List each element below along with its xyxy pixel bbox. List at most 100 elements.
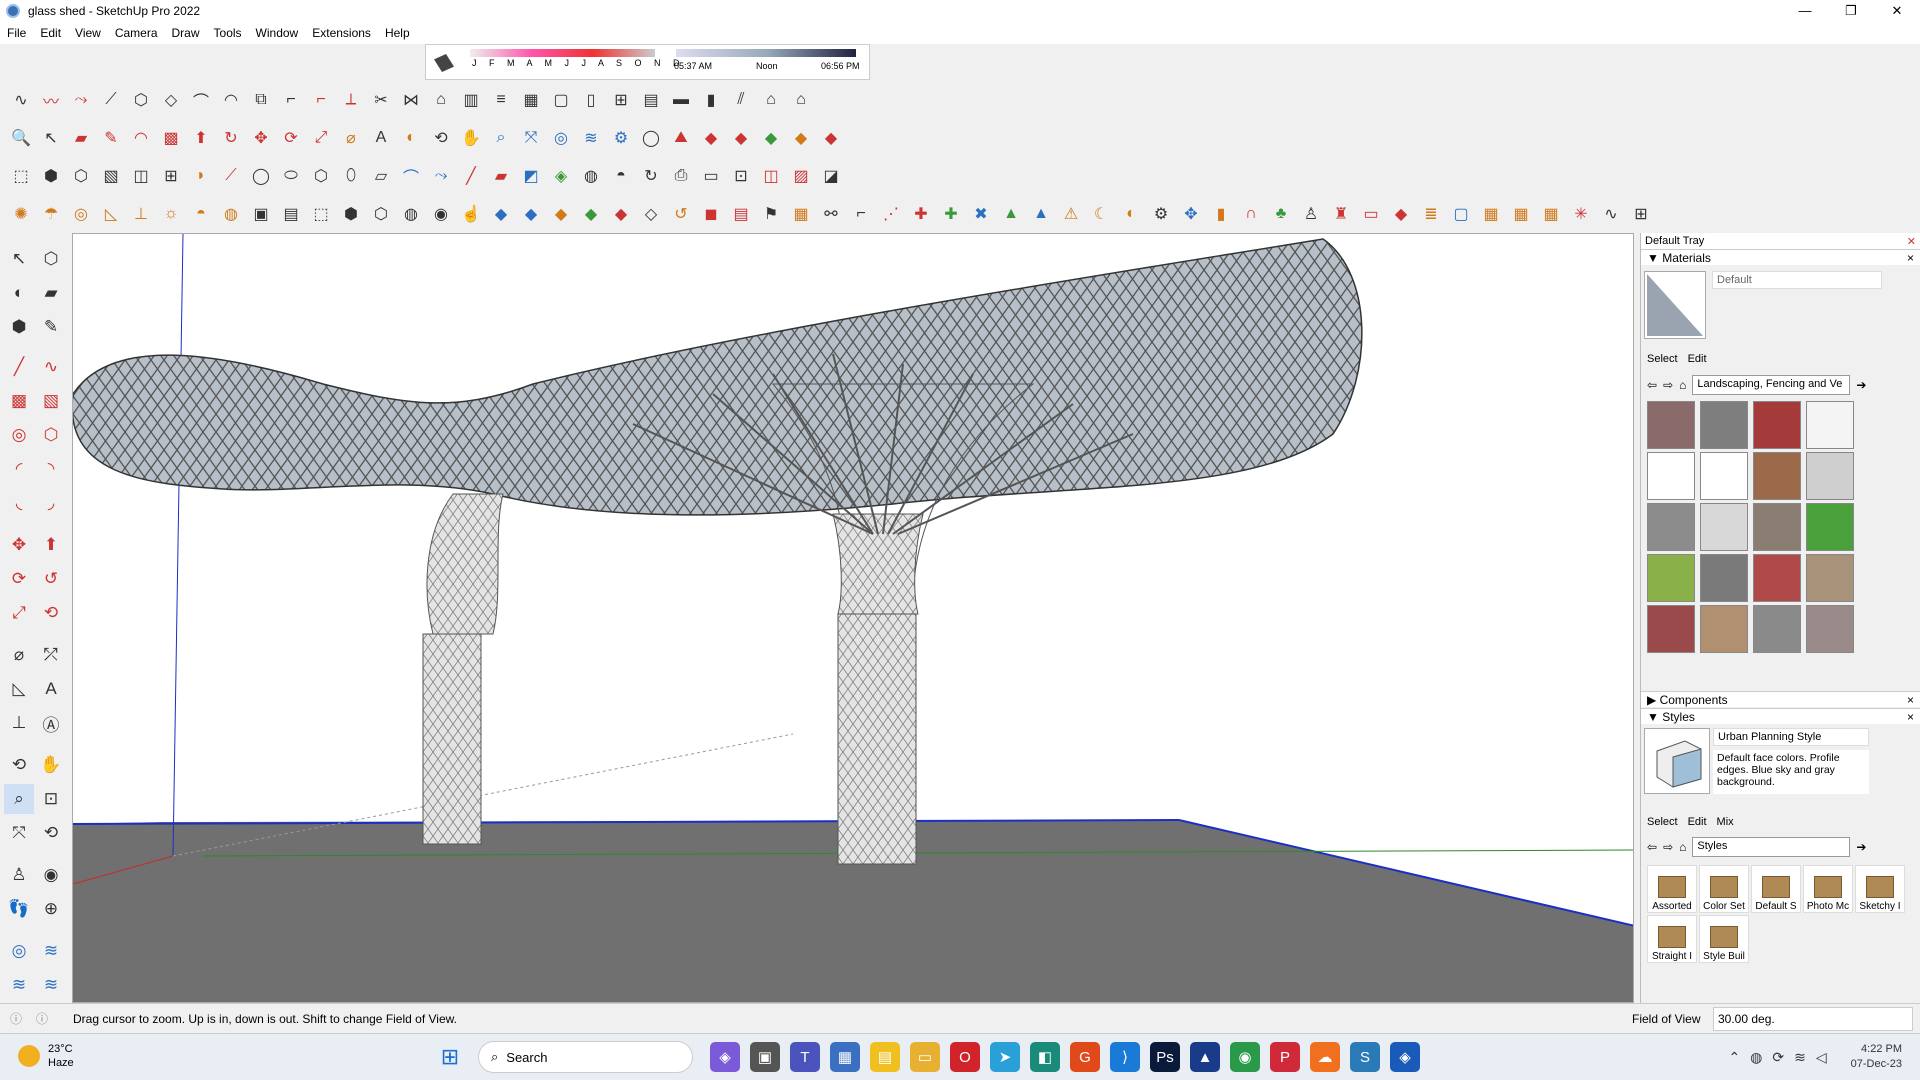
offset-icon[interactable]: ⟂: [338, 87, 364, 113]
vscode-icon[interactable]: ⟩: [1110, 1042, 1140, 1072]
hand-select-icon[interactable]: ☝: [458, 201, 484, 227]
node-curve-icon[interactable]: ∿: [1598, 201, 1624, 227]
walk-icon[interactable]: 👣: [4, 894, 34, 924]
fire-icon[interactable]: ◆: [1388, 201, 1414, 227]
photo-icon[interactable]: ▨: [788, 163, 814, 189]
column-icon[interactable]: ▮: [698, 87, 724, 113]
scene-icon[interactable]: ▭: [698, 163, 724, 189]
rectangle-tool-icon[interactable]: ▩: [4, 386, 34, 416]
bucket-icon[interactable]: ▮: [1208, 201, 1234, 227]
rafter-icon[interactable]: ⫽: [728, 87, 754, 113]
iso-view-icon[interactable]: ◆: [488, 201, 514, 227]
chrome-icon[interactable]: ◉: [1230, 1042, 1260, 1072]
hidden-line-icon[interactable]: ◍: [398, 201, 424, 227]
material-swatch-tile[interactable]: [1753, 452, 1801, 500]
components-close-icon[interactable]: ×: [1907, 693, 1914, 707]
wire-icon[interactable]: ⬡: [368, 201, 394, 227]
cross-icon[interactable]: ✖: [968, 201, 994, 227]
material-swatch-tile[interactable]: [1806, 401, 1854, 449]
group-icon[interactable]: ▣: [248, 201, 274, 227]
followme-tool-icon[interactable]: ↺: [36, 564, 66, 594]
zoom-extents-icon[interactable]: ⤧: [518, 125, 544, 151]
sphere-icon[interactable]: ◍: [218, 201, 244, 227]
move-icon[interactable]: ✥: [248, 125, 274, 151]
copilot-icon[interactable]: ◈: [710, 1042, 740, 1072]
close-button[interactable]: ✕: [1874, 0, 1920, 22]
windows-start-icon[interactable]: ⊞: [435, 1042, 465, 1072]
window-icon[interactable]: ▢: [548, 87, 574, 113]
layout-icon[interactable]: ≋: [36, 970, 66, 1000]
style-folder[interactable]: Assorted: [1647, 865, 1697, 913]
loft-icon[interactable]: ⌒: [188, 87, 214, 113]
menu-file[interactable]: File: [0, 26, 33, 40]
sweep-icon[interactable]: ◠: [218, 87, 244, 113]
roof-icon[interactable]: ⌂: [428, 87, 454, 113]
flag-icon[interactable]: ⚑: [758, 201, 784, 227]
menu-view[interactable]: View: [68, 26, 108, 40]
chevron-up-icon[interactable]: ⌃: [1728, 1049, 1740, 1066]
previous-view-icon[interactable]: ⟲: [36, 818, 66, 848]
magnet-icon[interactable]: ∩: [1238, 201, 1264, 227]
component-icon[interactable]: ▤: [278, 201, 304, 227]
section-icon[interactable]: ◩: [518, 163, 544, 189]
paint-bucket-icon[interactable]: ◐: [398, 125, 424, 151]
dome-icon[interactable]: ◓: [188, 201, 214, 227]
pan-icon[interactable]: ✋: [458, 125, 484, 151]
rotate-tool-icon[interactable]: ⟳: [4, 564, 34, 594]
style-name[interactable]: Urban Planning Style: [1713, 728, 1869, 746]
zoom-tool-icon[interactable]: ⌕: [488, 125, 514, 151]
pencil-icon[interactable]: ✎: [98, 125, 124, 151]
styles-home-icon[interactable]: ⌂: [1679, 840, 1686, 854]
stop-icon[interactable]: ◼: [698, 201, 724, 227]
select-icon[interactable]: ↖: [38, 125, 64, 151]
hexagon-icon[interactable]: ⬡: [308, 163, 334, 189]
rotated-rect-icon[interactable]: ▧: [36, 386, 66, 416]
styles-details-icon[interactable]: ➔: [1856, 840, 1866, 854]
date-slider[interactable]: [470, 49, 655, 57]
arc3-tool-icon[interactable]: ◟: [4, 488, 34, 518]
telegram-icon[interactable]: ➤: [990, 1042, 1020, 1072]
frame2-icon[interactable]: ▢: [1448, 201, 1474, 227]
tag-tool-icon[interactable]: ⬢: [4, 312, 34, 342]
circle-tool-icon[interactable]: ◎: [4, 420, 34, 450]
menu-edit[interactable]: Edit: [33, 26, 68, 40]
sample-icon[interactable]: ✎: [36, 312, 66, 342]
xray-icon[interactable]: ⬚: [308, 201, 334, 227]
target-icon[interactable]: ◎: [68, 201, 94, 227]
teams-icon[interactable]: T: [790, 1042, 820, 1072]
bag-icon[interactable]: ◪: [818, 163, 844, 189]
protractor-tool-icon[interactable]: ◺: [4, 674, 34, 704]
grid4-icon[interactable]: ▦: [1538, 201, 1564, 227]
points-icon[interactable]: ⋰: [878, 201, 904, 227]
grid2-icon[interactable]: ▦: [1478, 201, 1504, 227]
extrude-icon[interactable]: ⧉: [248, 87, 274, 113]
material-swatch-tile[interactable]: [1700, 401, 1748, 449]
box-icon[interactable]: ⬚: [8, 163, 34, 189]
car-icon[interactable]: ♜: [1328, 201, 1354, 227]
task-view-icon[interactable]: ▣: [750, 1042, 780, 1072]
measurement-value[interactable]: 30.00 deg.: [1713, 1006, 1913, 1031]
style-folder[interactable]: Photo Mc: [1803, 865, 1853, 913]
undo-arc-icon[interactable]: ↺: [668, 201, 694, 227]
materials-edit-tab[interactable]: Edit: [1688, 353, 1707, 365]
mirror-icon[interactable]: ◫: [128, 163, 154, 189]
beam-icon[interactable]: ▬: [668, 87, 694, 113]
styles-back-icon[interactable]: ⇦: [1647, 840, 1657, 854]
table-icon[interactable]: ▤: [728, 201, 754, 227]
material-swatch-tile[interactable]: [1700, 503, 1748, 551]
styles-collection-dropdown[interactable]: Styles: [1692, 837, 1851, 857]
pyramid-icon[interactable]: ▲: [1028, 201, 1054, 227]
styles-edit-tab[interactable]: Edit: [1688, 816, 1707, 828]
fillet-icon[interactable]: ⌐: [278, 87, 304, 113]
chair-icon[interactable]: ♙: [1298, 201, 1324, 227]
material-swatch-tile[interactable]: [1647, 554, 1695, 602]
solid-trim-icon[interactable]: ◆: [788, 125, 814, 151]
geo-location-icon[interactable]: ⓘ: [10, 1010, 22, 1027]
help-icon[interactable]: ⓘ: [36, 1010, 48, 1027]
soften-icon[interactable]: ◗: [188, 163, 214, 189]
maximize-button[interactable]: ❐: [1828, 0, 1874, 22]
ring-icon[interactable]: ◯: [248, 163, 274, 189]
styles-header[interactable]: ▼ Styles ×: [1641, 708, 1920, 724]
moon-icon[interactable]: ☾: [1088, 201, 1114, 227]
app-icon[interactable]: ◧: [1030, 1042, 1060, 1072]
